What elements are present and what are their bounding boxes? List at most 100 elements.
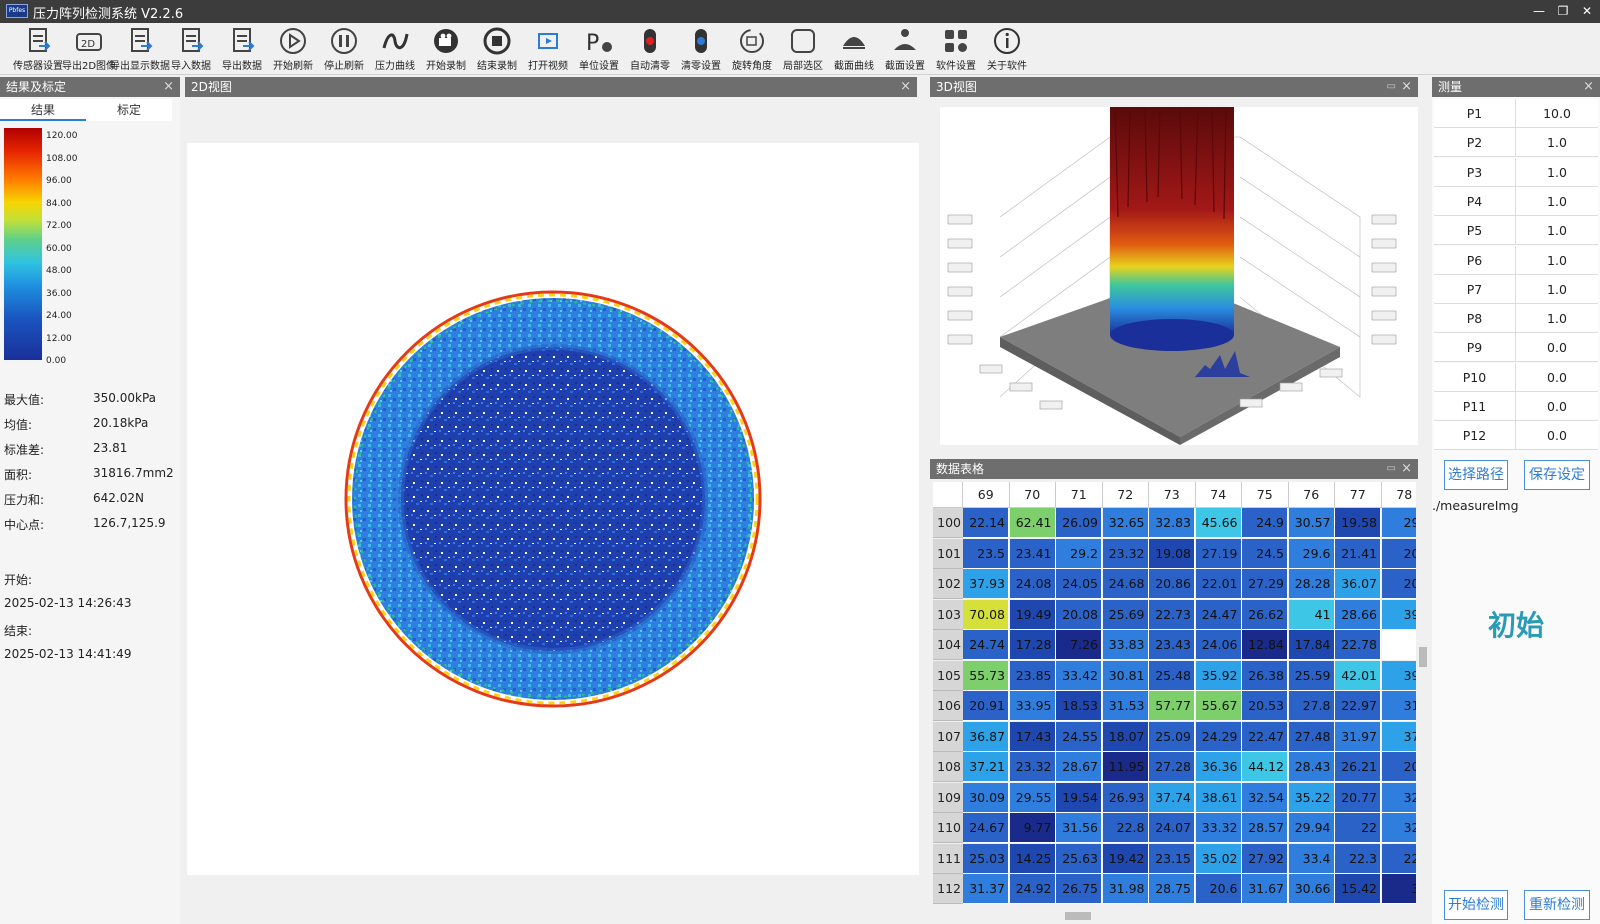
table-cell[interactable]: 15.42 xyxy=(1335,874,1381,904)
table-cell[interactable]: 31.37 xyxy=(963,874,1009,904)
table-cell[interactable]: 14.25 xyxy=(1009,843,1056,874)
table-cell[interactable]: 26.75 xyxy=(1056,874,1102,904)
table-cell[interactable]: 20.6 xyxy=(1195,874,1242,904)
table-cell[interactable]: 29.2 xyxy=(1056,538,1102,569)
table-cell[interactable]: 28.57 xyxy=(1242,813,1288,843)
table-cell[interactable]: 24.07 xyxy=(1149,813,1195,843)
table-cell[interactable]: 26.62 xyxy=(1242,599,1288,630)
table-cell[interactable]: 25.09 xyxy=(1149,721,1195,752)
table-cell[interactable]: 28.75 xyxy=(1149,874,1195,904)
row-header[interactable]: 111 xyxy=(933,843,963,874)
save-setting-button[interactable]: 保存设定 xyxy=(1524,460,1590,490)
table-cell[interactable]: 7.26 xyxy=(1056,630,1102,660)
measure-row[interactable]: P8 1.0 xyxy=(1434,304,1598,334)
table-cell[interactable]: 20. xyxy=(1381,538,1416,569)
table-cell[interactable]: 30.09 xyxy=(963,782,1009,813)
table-cell[interactable]: 20.91 xyxy=(963,691,1009,721)
table-cell[interactable]: 37.74 xyxy=(1149,782,1195,813)
scroll-thumb[interactable] xyxy=(1065,912,1091,920)
table-cell[interactable]: 37.21 xyxy=(963,752,1009,782)
close-icon[interactable]: × xyxy=(163,77,174,97)
measure-row[interactable]: P7 1.0 xyxy=(1434,274,1598,304)
table-cell[interactable]: 24.5 xyxy=(1242,538,1288,569)
measure-value[interactable]: 1.0 xyxy=(1516,216,1598,245)
table-cell[interactable]: 23.41 xyxy=(1009,538,1056,569)
measure-value[interactable]: 1.0 xyxy=(1516,304,1598,333)
table-cell[interactable]: 25.48 xyxy=(1149,660,1195,691)
table-cell[interactable]: 33.95 xyxy=(1009,691,1056,721)
table-cell[interactable]: 33.42 xyxy=(1056,660,1102,691)
table-cell[interactable]: 24.06 xyxy=(1195,630,1242,660)
column-header[interactable]: 72 xyxy=(1102,482,1149,508)
table-cell[interactable]: 26.21 xyxy=(1335,752,1381,782)
horizontal-scrollbar[interactable] xyxy=(933,910,1416,922)
row-header[interactable]: 107 xyxy=(933,721,963,752)
table-cell[interactable]: 20.08 xyxy=(1056,599,1102,630)
close-icon[interactable]: × xyxy=(900,77,911,97)
measure-value[interactable]: 0.0 xyxy=(1516,421,1598,450)
measure-row[interactable]: P110.0 xyxy=(1434,99,1598,128)
table-cell[interactable]: 31.56 xyxy=(1056,813,1102,843)
row-header[interactable]: 109 xyxy=(933,782,963,813)
table-cell[interactable]: 32.65 xyxy=(1102,508,1149,538)
table-cell[interactable]: 33.32 xyxy=(1195,813,1242,843)
table-cell[interactable]: 31.98 xyxy=(1102,874,1149,904)
table-cell[interactable]: 11.95 xyxy=(1102,752,1149,782)
table-cell[interactable]: 20. xyxy=(1381,569,1416,599)
close-button[interactable]: ✕ xyxy=(1576,1,1598,21)
column-header[interactable]: 71 xyxy=(1056,482,1103,508)
close-icon[interactable]: × xyxy=(1583,77,1594,97)
table-cell[interactable]: 35.92 xyxy=(1195,660,1242,691)
table-cell[interactable]: 20.77 xyxy=(1335,782,1381,813)
close-icon[interactable]: × xyxy=(1401,459,1412,479)
pressure-map-2d[interactable] xyxy=(187,143,919,875)
table-cell[interactable]: 18.07 xyxy=(1102,721,1149,752)
table-cell[interactable]: 24.55 xyxy=(1056,721,1102,752)
table-cell[interactable]: 33.83 xyxy=(1102,630,1149,660)
row-header[interactable]: 100 xyxy=(933,508,963,538)
table-cell[interactable]: 27.29 xyxy=(1242,569,1288,599)
table-cell[interactable]: 20.53 xyxy=(1242,691,1288,721)
table-cell[interactable]: 3. xyxy=(1381,874,1416,904)
measure-value[interactable]: 1.0 xyxy=(1516,246,1598,275)
table-cell[interactable]: 38.61 xyxy=(1195,782,1242,813)
table-cell[interactable]: 24.05 xyxy=(1056,569,1102,599)
table-cell[interactable]: 23.85 xyxy=(1009,660,1056,691)
measure-value[interactable]: 1.0 xyxy=(1516,275,1598,304)
table-cell[interactable]: 31. xyxy=(1381,691,1416,721)
table-cell[interactable]: 26.93 xyxy=(1102,782,1149,813)
table-cell[interactable]: 70.08 xyxy=(963,599,1009,630)
table-cell[interactable]: 28.43 xyxy=(1288,752,1335,782)
measure-row[interactable]: P12 0.0 xyxy=(1434,421,1598,451)
table-cell[interactable]: 24.08 xyxy=(1009,569,1056,599)
table-cell[interactable]: 31.67 xyxy=(1242,874,1288,904)
table-cell[interactable]: 30.57 xyxy=(1288,508,1335,538)
table-cell[interactable]: 19.42 xyxy=(1102,843,1149,874)
table-cell[interactable]: 25.59 xyxy=(1288,660,1335,691)
table-cell[interactable]: 37.93 xyxy=(963,569,1009,599)
toolbar-button-info[interactable]: 关于软件 xyxy=(981,25,1033,73)
measure-value[interactable]: 1.0 xyxy=(1516,128,1598,157)
table-cell[interactable]: 45.66 xyxy=(1195,508,1242,538)
table-cell[interactable]: 19.54 xyxy=(1056,782,1102,813)
data-grid[interactable]: 69 70 71 72 73 74 75 76 77 78 100 22.14 62.41 26.09 32… xyxy=(933,482,1416,910)
column-header[interactable]: 75 xyxy=(1242,482,1289,508)
table-cell[interactable]: 29.6 xyxy=(1288,538,1335,569)
measure-value[interactable]: 1.0 xyxy=(1516,158,1598,187)
table-cell[interactable]: 42.01 xyxy=(1335,660,1381,691)
table-cell[interactable]: 22. xyxy=(1381,843,1416,874)
table-cell[interactable]: 17.43 xyxy=(1009,721,1056,752)
row-header[interactable]: 103 xyxy=(933,599,963,630)
column-header[interactable]: 69 xyxy=(963,482,1010,508)
table-cell[interactable]: 22.97 xyxy=(1335,691,1381,721)
table-cell[interactable]: 17.28 xyxy=(1009,630,1056,660)
table-cell[interactable]: 23.43 xyxy=(1149,630,1195,660)
table-cell[interactable]: 12.84 xyxy=(1242,630,1288,660)
table-cell[interactable]: 36.36 xyxy=(1195,752,1242,782)
table-cell[interactable]: 30.81 xyxy=(1102,660,1149,691)
table-cell[interactable]: 22.73 xyxy=(1149,599,1195,630)
minimize-button[interactable]: — xyxy=(1528,1,1550,21)
table-cell[interactable]: 24.68 xyxy=(1102,569,1149,599)
row-header[interactable]: 101 xyxy=(933,538,963,569)
measure-row[interactable]: P5 1.0 xyxy=(1434,216,1598,246)
